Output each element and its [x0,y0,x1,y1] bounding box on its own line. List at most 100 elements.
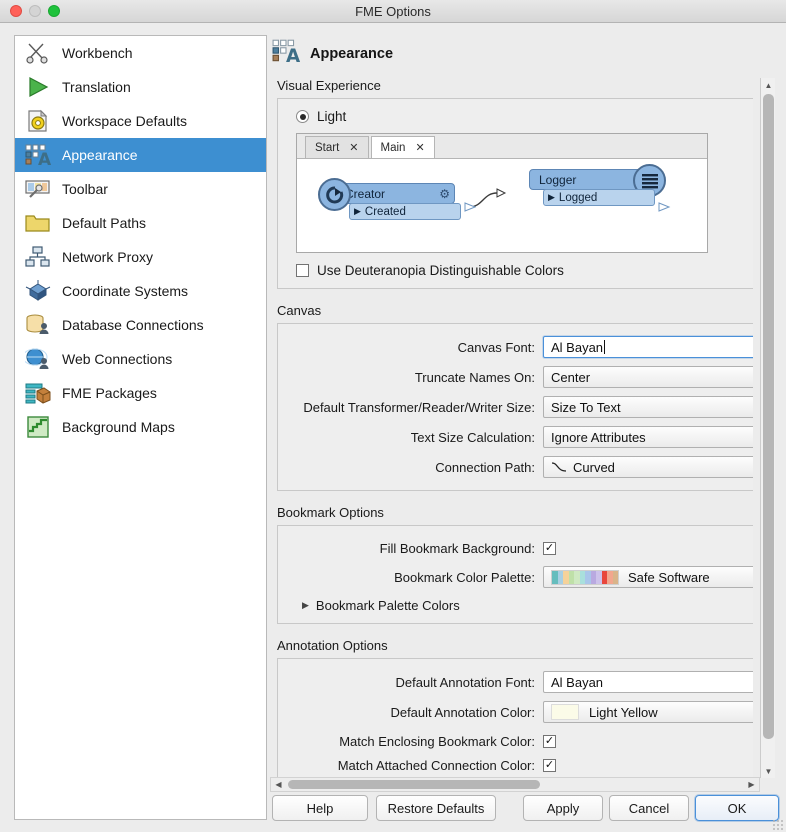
fme-options-window: FME Options Workbench Translation Worksp… [0,0,786,832]
horizontal-scrollbar[interactable]: ◀ ▶ [270,777,760,792]
logger-output-port[interactable]: ▶ Logged [543,189,655,206]
horizontal-scroll-thumb[interactable] [288,780,540,789]
apply-button[interactable]: Apply [523,795,603,821]
logger-node-title: Logger [539,172,577,187]
creator-icon [318,178,351,211]
window-title: FME Options [355,4,431,19]
annotation-font-input[interactable]: Al Bayan [543,671,753,693]
scroll-right-icon[interactable]: ▶ [744,778,759,791]
sidebar-item-background-maps[interactable]: Background Maps [15,410,266,444]
truncate-names-row: Truncate Names On: Center [278,364,753,390]
title-bar: FME Options [0,0,786,23]
light-theme-preview: Start ✕ Main ✕ Creator ⚙ ▶ Created Logge… [296,133,708,253]
page-header: A Appearance [272,38,393,69]
fill-bookmark-background-label: Fill Bookmark Background: [379,540,535,556]
bookmark-palette-combo[interactable]: Safe Software [543,566,753,588]
logger-port-label: Logged [558,191,598,204]
svg-text:A: A [38,150,51,167]
creator-node-header[interactable]: Creator ⚙ [318,178,455,211]
match-attached-connection-label: Match Attached Connection Color: [337,757,535,773]
match-enclosing-bookmark-label: Match Enclosing Bookmark Color: [339,733,535,749]
match-enclosing-bookmark-checkbox[interactable]: ✓ [543,734,556,748]
ok-button-label: OK [727,800,747,816]
sidebar-item-database-connections[interactable]: Database Connections [15,308,266,342]
curved-path-icon [551,461,567,473]
map-icon [23,413,53,441]
canvas-font-input[interactable]: Al Bayan [543,336,753,358]
bookmark-palette-colors-disclosure[interactable]: ▶ Bookmark Palette Colors [302,598,753,613]
preview-tab-label: Start [315,141,340,154]
ok-button[interactable]: OK [695,795,779,821]
bookmark-palette-colors-label: Bookmark Palette Colors [315,598,460,613]
logger-node-header[interactable]: Logger ⚙ [529,164,666,197]
tools-icon [23,39,53,67]
scroll-left-icon[interactable]: ◀ [271,778,286,791]
resize-grip[interactable] [772,819,784,831]
sidebar-item-toolbar[interactable]: Toolbar [15,172,266,206]
scroll-up-icon[interactable]: ▲ [761,78,776,92]
fill-bookmark-background-row: Fill Bookmark Background: ✓ [278,536,753,560]
text-size-calc-combo[interactable]: Ignore Attributes [543,426,753,448]
connection-path-combo[interactable]: Curved [543,456,753,478]
truncate-names-label: Truncate Names On: [414,369,535,385]
match-attached-connection-checkbox[interactable]: ✓ [543,758,556,772]
sidebar-item-label: Appearance [62,147,138,163]
text-size-calc-row: Text Size Calculation: Ignore Attributes [278,424,753,450]
truncate-names-combo[interactable]: Center [543,366,753,388]
canvas-font-row: Canvas Font: Al Bayan [278,334,753,360]
sidebar-item-translation[interactable]: Translation [15,70,266,104]
annotation-font-value: Al Bayan [551,674,604,690]
svg-text:A: A [286,46,300,64]
folder-icon [23,209,53,237]
annotation-color-value: Light Yellow [589,704,658,720]
fill-bookmark-background-checkbox[interactable]: ✓ [543,541,556,555]
help-button-label: Help [306,800,334,816]
sidebar-item-label: Web Connections [62,351,173,367]
sidebar-item-label: Translation [62,79,131,95]
visual-experience-group-label: Visual Experience [277,78,381,93]
close-icon[interactable]: ✕ [415,141,424,154]
preview-tab-start[interactable]: Start ✕ [305,136,369,158]
deuteranopia-checkbox[interactable] [296,264,309,277]
sidebar-item-fme-packages[interactable]: FME Packages [15,376,266,410]
sidebar-item-coordinate-systems[interactable]: Coordinate Systems [15,274,266,308]
preview-tab-main[interactable]: Main ✕ [370,136,435,158]
default-size-label: Default Transformer/Reader/Writer Size: [303,399,535,415]
deuteranopia-row[interactable]: Use Deuteranopia Distinguishable Colors [296,263,753,278]
close-icon[interactable]: ✕ [349,141,358,154]
settings-scroll-area: Visual Experience Light Start ✕ Main ✕ C… [268,78,753,778]
light-theme-option[interactable]: Light Start ✕ Main ✕ Creator ⚙ ▶ Created… [296,109,708,253]
sidebar-item-network-proxy[interactable]: Network Proxy [15,240,266,274]
light-radio[interactable] [296,110,309,123]
help-button[interactable]: Help [272,795,368,821]
creator-output-port[interactable]: ▶ Created [349,203,461,220]
vertical-scroll-thumb[interactable] [763,94,774,739]
sidebar-item-label: Toolbar [62,181,108,197]
creator-port-label: Created [364,205,406,218]
sidebar-item-workbench[interactable]: Workbench [15,36,266,70]
annotation-color-row: Default Annotation Color: Light Yellow [278,699,753,725]
default-size-combo[interactable]: Size To Text [543,396,753,418]
sidebar-item-label: Network Proxy [62,249,154,265]
sidebar-item-web-connections[interactable]: Web Connections [15,342,266,376]
disclosure-triangle-icon[interactable]: ▶ [302,600,309,611]
default-size-row: Default Transformer/Reader/Writer Size: … [278,394,753,420]
annotation-color-combo[interactable]: Light Yellow [543,701,753,723]
document-gear-icon [23,107,53,135]
gear-icon[interactable]: ⚙ [439,187,450,201]
sidebar-item-label: Default Paths [62,215,147,231]
sidebar-item-appearance[interactable]: A Appearance [15,138,266,172]
palette-swatches [551,569,619,585]
restore-defaults-button[interactable]: Restore Defaults [376,795,496,821]
creator-node[interactable]: Creator ⚙ ▶ Created [318,178,461,220]
logger-node[interactable]: Logger ⚙ [529,164,666,206]
canvas-font-value: Al Bayan [551,339,604,355]
bookmark-palette-row: Bookmark Color Palette: Safe Software [278,564,753,590]
sidebar-item-default-paths[interactable]: Default Paths [15,206,266,240]
cancel-button[interactable]: Cancel [609,795,689,821]
text-size-calc-value: Ignore Attributes [551,429,646,445]
vertical-scrollbar[interactable]: ▲ ▼ [760,78,775,778]
settings-category-list[interactable]: Workbench Translation Workspace Defaults [14,35,267,820]
scroll-down-icon[interactable]: ▼ [761,764,776,778]
sidebar-item-workspace-defaults[interactable]: Workspace Defaults [15,104,266,138]
